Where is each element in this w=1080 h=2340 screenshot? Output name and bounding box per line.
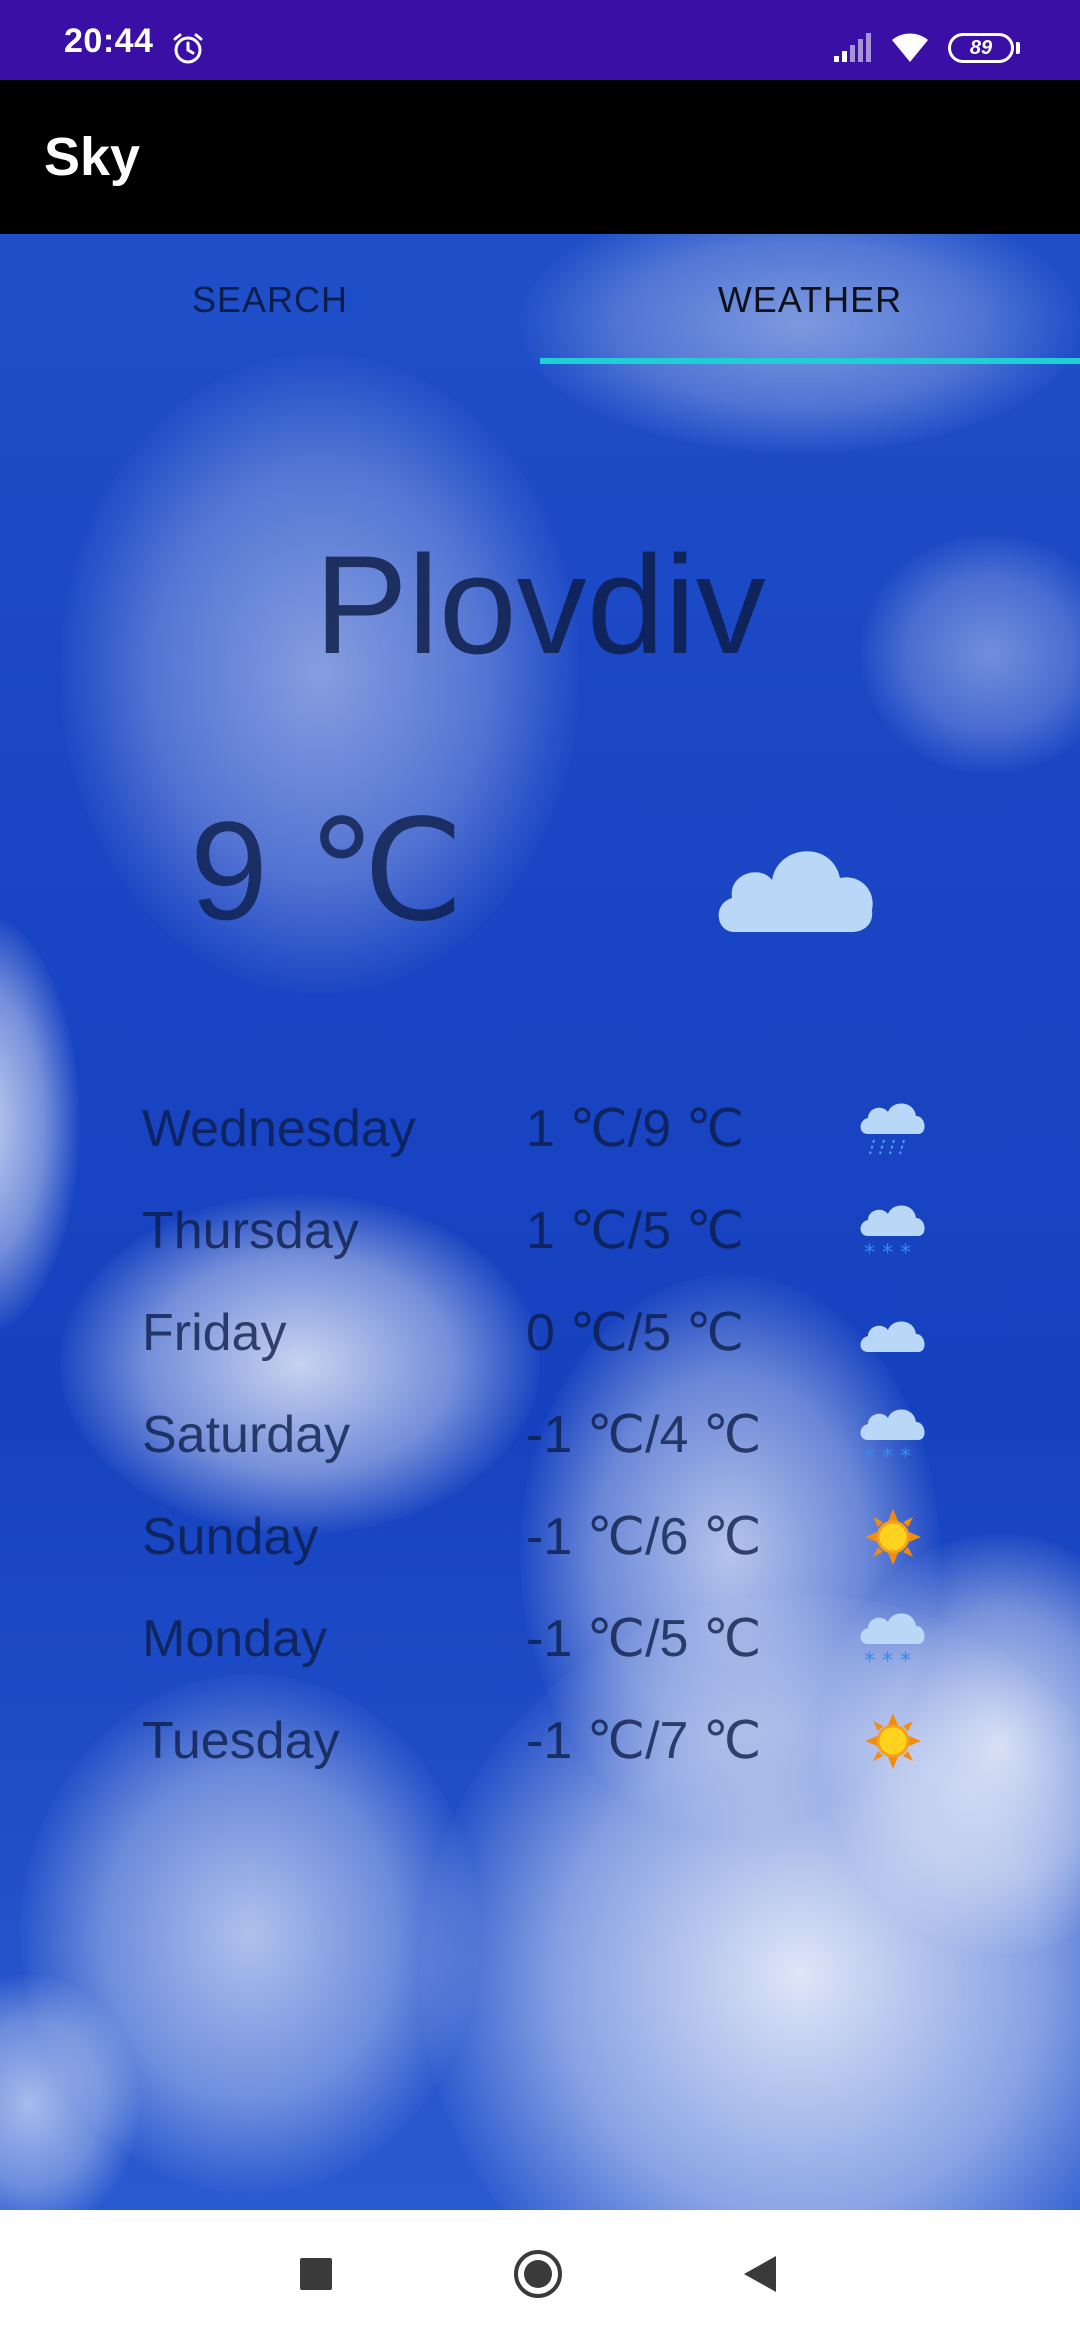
status-bar: 20:44 89	[0, 0, 1080, 80]
wifi-icon	[892, 33, 928, 62]
back-icon[interactable]	[742, 2254, 778, 2294]
forecast-temperature: -1 ℃/7 ℃	[526, 1712, 762, 1770]
forecast-day: Thursday	[142, 1202, 359, 1260]
forecast-day: Friday	[142, 1304, 287, 1362]
forecast-row: Tuesday -1 ℃/7 ℃	[0, 1690, 1080, 1792]
forecast-temperature: 1 ℃/9 ℃	[526, 1100, 744, 1158]
sun-icon	[865, 1509, 921, 1565]
home-icon[interactable]	[512, 2248, 564, 2300]
signal-icon	[834, 33, 871, 62]
current-temperature: 9 ℃	[190, 792, 464, 949]
forecast-temperature: 0 ℃/5 ℃	[526, 1304, 744, 1362]
battery-tip	[1016, 42, 1020, 54]
snow-icon: * * *	[860, 1409, 925, 1468]
status-time: 20:44	[64, 22, 154, 60]
recents-icon[interactable]	[300, 2258, 332, 2290]
snow-icon: * * *	[860, 1205, 925, 1264]
svg-text:* * *: * * *	[864, 1241, 911, 1264]
tab-bar: SEARCH WEATHER	[0, 234, 1080, 364]
cloud-icon	[718, 851, 873, 932]
forecast-row: Saturday -1 ℃/4 ℃ * * *	[0, 1384, 1080, 1486]
forecast-temperature: -1 ℃/4 ℃	[526, 1406, 762, 1464]
forecast-day: Monday	[142, 1610, 327, 1668]
sun-icon	[865, 1713, 921, 1769]
navigation-bar	[0, 2210, 1080, 2340]
forecast-day: Sunday	[142, 1508, 319, 1566]
tab-indicator	[540, 358, 1080, 364]
cloud-icon	[860, 1321, 925, 1352]
forecast-temperature: -1 ℃/5 ℃	[526, 1610, 762, 1668]
forecast-day: Saturday	[142, 1406, 351, 1464]
battery-icon: 89	[948, 33, 1014, 63]
alarm-icon	[173, 33, 203, 64]
tab-search[interactable]: SEARCH	[0, 234, 540, 364]
tab-weather[interactable]: WEATHER	[540, 234, 1080, 364]
app-bar: Sky	[0, 80, 1080, 234]
forecast-row: Friday 0 ℃/5 ℃	[0, 1282, 1080, 1384]
city-name: Plovdiv	[314, 526, 766, 683]
forecast-day: Wednesday	[142, 1100, 416, 1158]
forecast-day: Tuesday	[142, 1712, 340, 1770]
forecast-temperature: -1 ℃/6 ℃	[526, 1508, 762, 1566]
rain-icon	[860, 1103, 925, 1155]
svg-text:* * *: * * *	[864, 1649, 911, 1672]
forecast-temperature: 1 ℃/5 ℃	[526, 1202, 744, 1260]
app-title: Sky	[44, 127, 141, 187]
forecast-row: Sunday -1 ℃/6 ℃	[0, 1486, 1080, 1588]
svg-text:* * *: * * *	[864, 1445, 911, 1468]
forecast-row: Monday -1 ℃/5 ℃ * * *	[0, 1588, 1080, 1690]
snow-icon: * * *	[860, 1613, 925, 1672]
forecast-row: Thursday 1 ℃/5 ℃ * * *	[0, 1180, 1080, 1282]
forecast-row: Wednesday 1 ℃/9 ℃	[0, 1078, 1080, 1180]
sky-background: SEARCH WEATHER Plovdiv 9 ℃ Wednesday 1 ℃…	[0, 234, 1080, 2210]
